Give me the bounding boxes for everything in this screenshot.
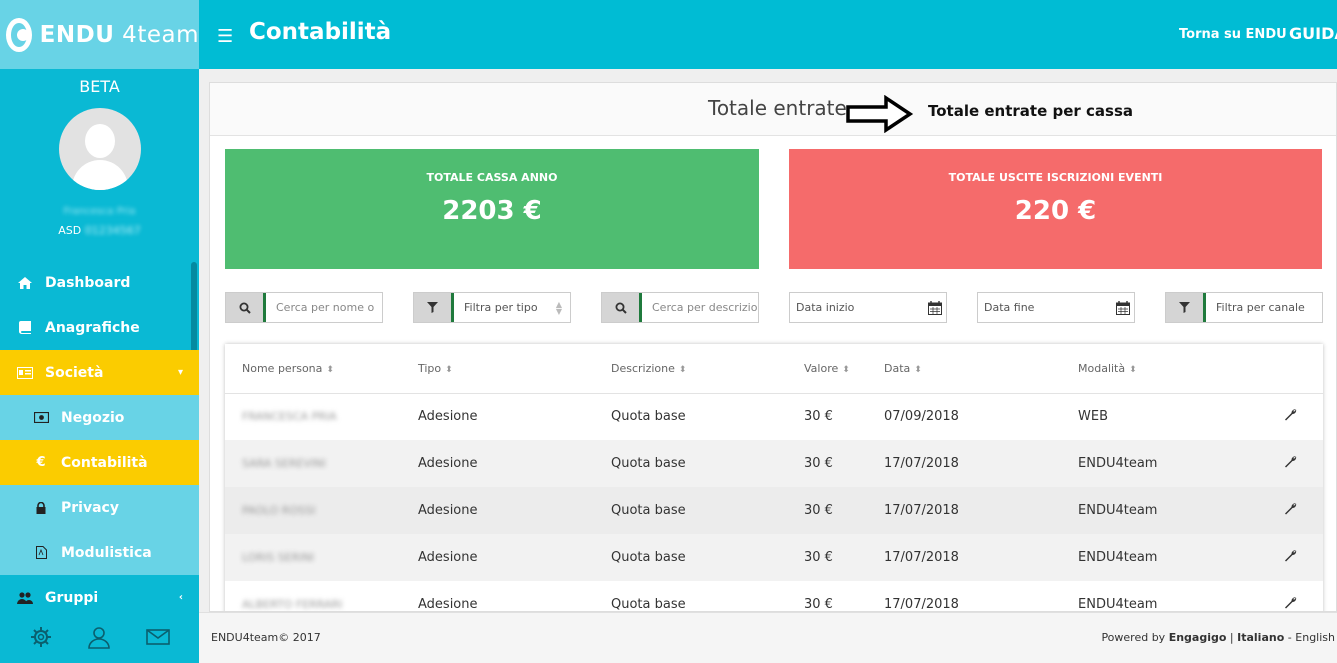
page-footer: ENDU4team© 2017 Powered by Engagigo | It… <box>199 612 1337 663</box>
search-icon[interactable] <box>226 293 266 322</box>
user-org: ASD 01234567 <box>58 224 141 237</box>
lock-icon <box>33 501 49 515</box>
beta-label: BETA <box>79 77 120 96</box>
sidebar-item-contabilita[interactable]: € Contabilità <box>0 440 199 485</box>
search-name-field[interactable]: Cerca per nome o <box>225 292 383 323</box>
column-header-type[interactable]: Tipo ⬍ <box>418 344 611 394</box>
search-description-field[interactable]: Cerca per descrizione <box>601 292 759 323</box>
date-start-field[interactable]: Data inizio <box>789 292 947 323</box>
date-end-field[interactable]: Data fine <box>977 292 1135 323</box>
hamburger-menu-icon[interactable]: ☰ <box>217 26 233 47</box>
stat-value: 2203 € <box>442 196 542 226</box>
main-panel: Totale entrate Totale entrate per cassa … <box>209 82 1337 612</box>
date-start-input[interactable]: Data inizio <box>790 293 924 322</box>
arrow-right-icon <box>846 94 914 137</box>
engagigo-link[interactable]: Engagigo <box>1169 631 1227 644</box>
calendar-icon[interactable] <box>924 293 946 322</box>
language-english[interactable]: English <box>1295 631 1335 644</box>
language-italiano[interactable]: Italiano <box>1237 631 1284 644</box>
sidebar-nav: Dashboard Anagrafiche Società ▾ Negozio … <box>0 260 199 620</box>
table-row: ALBERTO FERRARI Adesione Quota base 30 €… <box>225 581 1323 611</box>
sidebar-item-anagrafiche[interactable]: Anagrafiche <box>0 305 199 350</box>
stat-total-event-outflows: TOTALE USCITE ISCRIZIONI EVENTI 220 € <box>789 149 1322 269</box>
brand-logo[interactable]: ENDU 4team <box>0 0 199 69</box>
powered-by: Powered by Engagigo | Italiano - English <box>1101 631 1335 644</box>
stat-value: 220 € <box>1014 196 1097 226</box>
sidebar-item-dashboard[interactable]: Dashboard <box>0 260 199 305</box>
back-to-endu-link[interactable]: Torna su ENDU <box>1179 27 1287 42</box>
wrench-icon[interactable] <box>1258 487 1323 534</box>
top-header: ☰ Contabilità Torna su ENDU GUIDA <box>199 0 1337 69</box>
filters-bar: Cerca per nome o Filtra per tipo ▲ ▼ Cerc… <box>225 292 1325 324</box>
filter-type-select[interactable]: Filtra per tipo ▲ ▼ <box>413 292 571 323</box>
chevron-down-icon: ▾ <box>177 367 183 378</box>
table-header-row: Nome persona ⬍ Tipo ⬍ Descrizione ⬍ Valore ⬍… <box>225 344 1323 394</box>
brand-name-bold: ENDU <box>39 21 115 48</box>
wrench-icon[interactable] <box>1258 393 1323 440</box>
search-icon[interactable] <box>602 293 642 322</box>
table-row: LORIS SERINI Adesione Quota base 30 € 17… <box>225 534 1323 581</box>
gear-icon[interactable] <box>29 625 53 649</box>
sidebar: ENDU 4team BETA Francesca Pria ASD 01234… <box>0 0 199 663</box>
date-end-input[interactable]: Data fine <box>978 293 1112 322</box>
column-header-description[interactable]: Descrizione ⬍ <box>611 344 804 394</box>
users-icon <box>17 591 33 605</box>
column-header-name[interactable]: Nome persona ⬍ <box>225 344 418 394</box>
brand-name-light: 4team <box>114 21 199 48</box>
filter-channel-value[interactable]: Filtra per canale <box>1206 293 1322 322</box>
user-icon[interactable] <box>87 625 111 649</box>
sidebar-footer <box>0 625 199 649</box>
calendar-icon[interactable] <box>1112 293 1134 322</box>
column-header-mode[interactable]: Modalità ⬍ <box>1078 344 1258 394</box>
pdf-icon <box>33 546 49 560</box>
filter-type-value[interactable]: Filtra per tipo <box>454 293 548 322</box>
copyright-text: ENDU4team© 2017 <box>211 631 321 644</box>
section-header: Totale entrate Totale entrate per cassa <box>210 83 1336 136</box>
chevron-left-icon: ‹ <box>178 592 183 603</box>
wrench-icon[interactable] <box>1258 534 1323 581</box>
page-title: Contabilità <box>249 19 392 45</box>
table-row: SARA SEREVINI Adesione Quota base 30 € 1… <box>225 440 1323 487</box>
logo-icon <box>6 17 32 52</box>
stat-label: TOTALE USCITE ISCRIZIONI EVENTI <box>948 171 1163 184</box>
money-icon <box>33 411 49 425</box>
transactions-table: Nome persona ⬍ Tipo ⬍ Descrizione ⬍ Valore ⬍… <box>225 344 1323 611</box>
euro-icon: € <box>36 455 46 470</box>
wrench-icon[interactable] <box>1258 440 1323 487</box>
mail-icon[interactable] <box>146 625 170 649</box>
column-header-value[interactable]: Valore ⬍ <box>804 344 884 394</box>
column-header-date[interactable]: Data ⬍ <box>884 344 1078 394</box>
table-row: PAOLO ROSSI Adesione Quota base 30 € 17/… <box>225 487 1323 534</box>
sidebar-item-privacy[interactable]: Privacy <box>0 485 199 530</box>
sidebar-item-negozio[interactable]: Negozio <box>0 395 199 440</box>
stat-label: TOTALE CASSA ANNO <box>426 171 558 184</box>
stat-total-cash-year: TOTALE CASSA ANNO 2203 € <box>225 149 759 269</box>
wrench-icon[interactable] <box>1258 581 1323 611</box>
search-name-input[interactable]: Cerca per nome o <box>266 293 382 322</box>
avatar[interactable] <box>58 108 141 190</box>
book-icon <box>17 321 33 335</box>
sidebar-item-gruppi[interactable]: Gruppi ‹ <box>0 575 199 620</box>
filter-channel-select[interactable]: Filtra per canale <box>1165 292 1323 323</box>
filter-icon[interactable] <box>1166 293 1206 322</box>
user-name: Francesca Pria <box>63 206 136 217</box>
table-row: FRANCESCA PRIA Adesione Quota base 30 € … <box>225 393 1323 440</box>
sidebar-item-societa[interactable]: Società ▾ <box>0 350 199 395</box>
id-card-icon <box>17 366 33 380</box>
annotation-text: Totale entrate per cassa <box>928 102 1134 120</box>
search-description-input[interactable]: Cerca per descrizione <box>642 293 758 322</box>
select-arrows-icon: ▲ ▼ <box>555 299 563 316</box>
guide-link[interactable]: GUIDA <box>1289 24 1337 43</box>
section-title: Totale entrate <box>708 96 847 120</box>
filter-icon[interactable] <box>414 293 454 322</box>
home-icon <box>17 276 33 290</box>
sidebar-item-modulistica[interactable]: Modulistica <box>0 530 199 575</box>
